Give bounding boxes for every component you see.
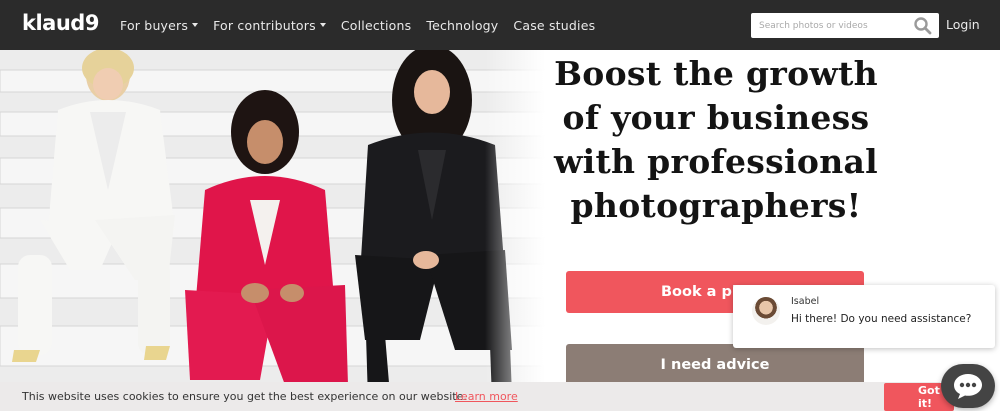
nav-item-label: For buyers: [120, 17, 189, 33]
cookie-text: This website uses cookies to ensure you …: [22, 390, 467, 403]
nav-item-case-studies[interactable]: Case studies: [513, 18, 595, 33]
nav-item-for-contributors[interactable]: For contributors: [213, 18, 326, 33]
login-link[interactable]: Login: [946, 17, 980, 32]
hero-image: [0, 50, 545, 411]
chevron-down-icon: [192, 23, 199, 27]
nav-item-technology[interactable]: Technology: [426, 18, 498, 33]
chat-message: Hi there! Do you need assistance?: [791, 313, 972, 325]
search-icon[interactable]: [913, 16, 933, 36]
chat-launcher-button[interactable]: [941, 364, 995, 408]
nav-item-for-buyers[interactable]: For buyers: [120, 17, 199, 33]
chat-bubble-icon: [954, 374, 982, 399]
top-navigation: klaud 9 For buyers For contributors Coll…: [0, 0, 1000, 50]
search-input[interactable]: [751, 13, 909, 38]
chevron-down-icon: [319, 23, 326, 27]
nav-menu: For buyers For contributors Collections …: [120, 0, 610, 50]
cookie-banner: This website uses cookies to ensure you …: [0, 382, 940, 411]
hero-headline: Boost the growth of your business with p…: [553, 54, 879, 225]
nav-item-label: For contributors: [213, 17, 316, 33]
learn-more-link[interactable]: Learn more: [455, 390, 518, 403]
nav-item-label: Technology: [426, 17, 499, 33]
nav-item-label: Case studies: [513, 17, 596, 33]
agent-avatar: [752, 297, 780, 325]
klaud9-logo[interactable]: klaud 9: [22, 9, 99, 37]
chat-greeting-card[interactable]: Isabel Hi there! Do you need assistance?: [733, 285, 995, 348]
logo-suffix: 9: [84, 11, 100, 35]
nav-item-label: Collections: [340, 17, 412, 33]
hero-photo-illustration: [0, 50, 545, 411]
need-advice-button[interactable]: I need advice: [566, 344, 864, 386]
logo-text: klaud: [22, 11, 85, 35]
nav-item-collections[interactable]: Collections: [341, 18, 412, 33]
agent-name: Isabel: [791, 296, 820, 307]
search-box: [751, 13, 939, 38]
